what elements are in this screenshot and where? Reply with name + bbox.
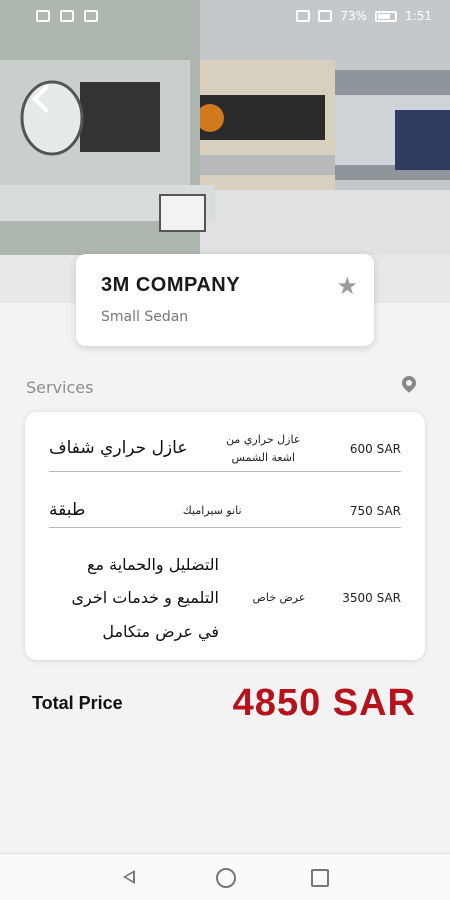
nav-back-icon[interactable] — [118, 864, 144, 890]
clock: 1:51 — [405, 9, 432, 23]
total-price-label: Total Price — [32, 693, 123, 713]
service-description: عرض خاص — [252, 591, 306, 605]
services-heading: Services — [26, 378, 94, 397]
service-row: التضليل والحماية مع التلميع و خدمات اخرى… — [49, 550, 401, 646]
service-description: نانو سيراميك — [182, 503, 242, 517]
nav-recent-apps-icon[interactable] — [306, 864, 332, 890]
service-name: عازل حراري شفاف — [49, 438, 188, 459]
battery-icon — [375, 10, 398, 22]
service-price: 750 SAR — [349, 503, 401, 518]
company-card: 3M COMPANY Small Sedan ★ — [76, 254, 374, 346]
nav-home-icon[interactable] — [212, 864, 238, 890]
service-row: طبقة نانو سيراميك 750 SAR — [49, 494, 401, 528]
service-name: التضليل والحماية مع التلميع و خدمات اخرى… — [71, 554, 219, 641]
favorite-star-icon[interactable]: ★ — [336, 274, 358, 298]
notification-icon — [36, 10, 50, 22]
service-name: طبقة — [49, 500, 86, 521]
service-price: 600 SAR — [349, 441, 401, 456]
service-price: 3500 SAR — [342, 591, 401, 605]
company-name: 3M COMPANY — [101, 274, 241, 296]
service-row: عازل حراري شفاف عازل حراري من اشعة الشمس… — [49, 426, 401, 472]
location-pin-icon[interactable] — [400, 376, 420, 400]
status-bar: 73% 1:51 — [0, 0, 450, 32]
service-description: عازل حراري من اشعة الشمس — [226, 432, 301, 464]
alarm-icon — [318, 10, 333, 22]
total-price-value: 4850 SAR — [232, 682, 416, 724]
battery-percent: 73% — [340, 9, 368, 23]
back-arrow-icon[interactable] — [26, 82, 58, 114]
android-navigation-bar — [0, 853, 450, 900]
wifi-icon — [60, 10, 74, 22]
mail-icon — [84, 10, 98, 22]
car-type: Small Sedan — [101, 309, 189, 325]
services-card: عازل حراري شفاف عازل حراري من اشعة الشمس… — [25, 412, 425, 660]
nfc-icon — [296, 10, 311, 22]
